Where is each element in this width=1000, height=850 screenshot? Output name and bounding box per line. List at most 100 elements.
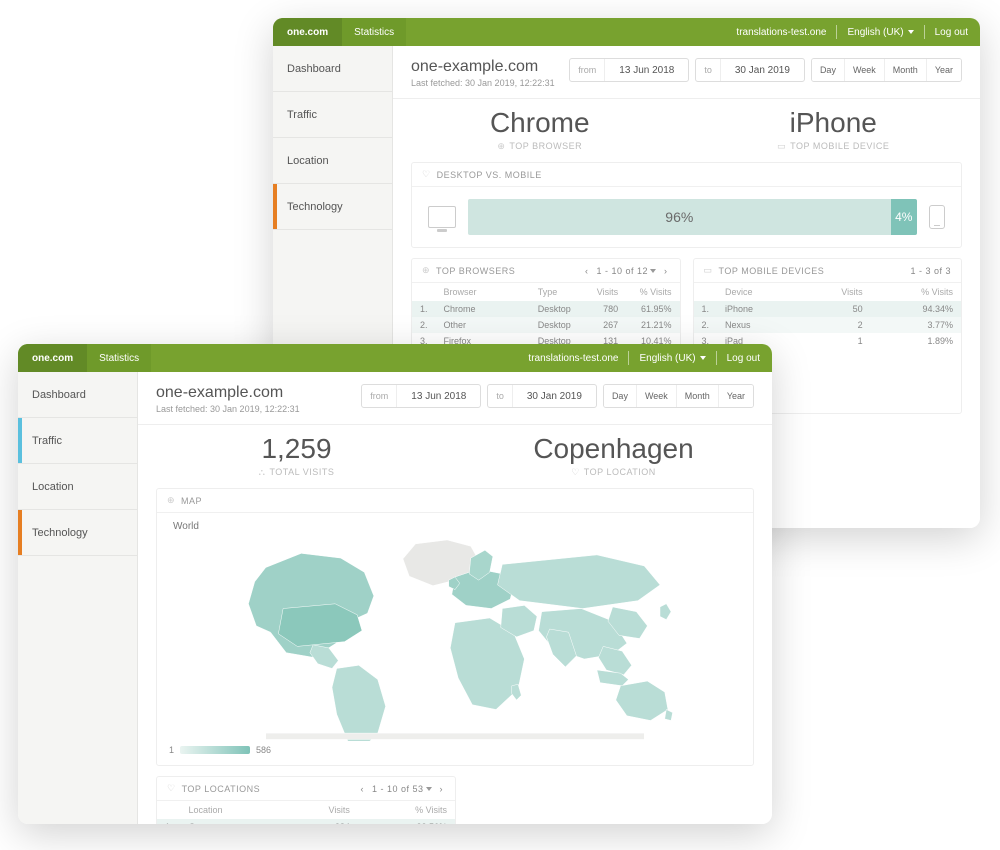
cell: Desktop bbox=[530, 317, 585, 333]
heart-icon: ♡ bbox=[422, 169, 431, 180]
pager-next[interactable]: › bbox=[438, 784, 446, 794]
stat-top-mobile-device: iPhone ▭TOP MOBILE DEVICE bbox=[687, 107, 981, 152]
pager-next[interactable]: › bbox=[662, 266, 670, 276]
cell: 22.56% bbox=[358, 819, 455, 824]
period-year[interactable]: Year bbox=[926, 59, 961, 81]
cell: iPhone bbox=[717, 301, 800, 317]
cell: 2. bbox=[694, 317, 718, 333]
devices-table: Device Visits % Visits 1.iPhone5094.34%2… bbox=[694, 283, 962, 349]
col-visits: Visits bbox=[800, 283, 871, 301]
col-type: Type bbox=[530, 283, 585, 301]
stat-value: iPhone bbox=[687, 107, 981, 139]
cell: 50 bbox=[800, 301, 871, 317]
stat-value: Copenhagen bbox=[455, 433, 772, 465]
period-week[interactable]: Week bbox=[844, 59, 884, 81]
from-label: from bbox=[362, 385, 397, 407]
brand-logo[interactable]: one.com bbox=[18, 344, 87, 372]
world-map[interactable] bbox=[169, 536, 741, 741]
sidebar-item-technology[interactable]: Technology bbox=[273, 184, 392, 230]
divider bbox=[628, 351, 629, 365]
table-row[interactable]: 1.Oregon28422.56% bbox=[157, 819, 455, 824]
period-month[interactable]: Month bbox=[884, 59, 926, 81]
period-year[interactable]: Year bbox=[718, 385, 753, 407]
table-row[interactable]: 2.Nexus23.77% bbox=[694, 317, 962, 333]
sidebar-item-location[interactable]: Location bbox=[18, 464, 137, 510]
table-row[interactable]: 1.ChromeDesktop78061.95% bbox=[412, 301, 680, 317]
section-tab[interactable]: Statistics bbox=[342, 18, 406, 46]
cell: 267 bbox=[584, 317, 626, 333]
dvm-bar: 96% 4% bbox=[468, 199, 917, 235]
from-value: 13 Jun 2018 bbox=[605, 59, 688, 81]
cell: 94.34% bbox=[871, 301, 961, 317]
sidebar-item-location[interactable]: Location bbox=[273, 138, 392, 184]
table-row[interactable]: 2.OtherDesktop26721.21% bbox=[412, 317, 680, 333]
from-value: 13 Jun 2018 bbox=[397, 385, 480, 407]
map-legend: 1 586 bbox=[169, 745, 741, 755]
chevron-down-icon bbox=[650, 269, 656, 273]
col-visits: Visits bbox=[282, 801, 358, 819]
table-row[interactable]: 1.iPhone5094.34% bbox=[694, 301, 962, 317]
sidebar-item-traffic[interactable]: Traffic bbox=[273, 92, 392, 138]
cell: 284 bbox=[282, 819, 358, 824]
sidebar-item-dashboard[interactable]: Dashboard bbox=[18, 372, 137, 418]
pager-prev[interactable]: ‹ bbox=[583, 266, 591, 276]
stat-total-visits: 1,259 ⛬TOTAL VISITS bbox=[138, 433, 455, 478]
logout-link[interactable]: Log out bbox=[727, 353, 760, 364]
cell: Nexus bbox=[717, 317, 800, 333]
summary-stats: Chrome ⊕TOP BROWSER iPhone ▭TOP MOBILE D… bbox=[393, 99, 980, 162]
cell: Other bbox=[436, 317, 530, 333]
section-tab[interactable]: Statistics bbox=[87, 344, 151, 372]
stat-caption: TOP BROWSER bbox=[509, 141, 582, 151]
stat-top-location: Copenhagen ♡TOP LOCATION bbox=[455, 433, 772, 478]
panel-top-locations: ♡TOP LOCATIONS ‹ 1 - 10 of 53 › Location… bbox=[156, 776, 456, 824]
sidebar-item-dashboard[interactable]: Dashboard bbox=[273, 46, 392, 92]
date-to[interactable]: to 30 Jan 2019 bbox=[487, 384, 597, 408]
account-label[interactable]: translations-test.one bbox=[528, 353, 618, 364]
period-month[interactable]: Month bbox=[676, 385, 718, 407]
pager-prev[interactable]: ‹ bbox=[358, 784, 366, 794]
pager-text[interactable]: 1 - 10 of 53 bbox=[372, 784, 432, 794]
cell: 1.89% bbox=[871, 333, 961, 349]
divider bbox=[716, 351, 717, 365]
language-selector[interactable]: English (UK) bbox=[847, 27, 913, 38]
logout-link[interactable]: Log out bbox=[935, 27, 968, 38]
panel-desktop-vs-mobile: ♡DESKTOP VS. MOBILE 96% 4% bbox=[411, 162, 962, 248]
to-value: 30 Jan 2019 bbox=[721, 59, 804, 81]
date-to[interactable]: to 30 Jan 2019 bbox=[695, 58, 805, 82]
period-day[interactable]: Day bbox=[812, 59, 844, 81]
pager-text[interactable]: 1 - 10 of 12 bbox=[596, 266, 656, 276]
date-from[interactable]: from 13 Jun 2018 bbox=[361, 384, 481, 408]
chevron-down-icon bbox=[908, 30, 914, 34]
cell: Chrome bbox=[436, 301, 530, 317]
col-browser: Browser bbox=[436, 283, 530, 301]
date-from[interactable]: from 13 Jun 2018 bbox=[569, 58, 689, 82]
legend-gradient bbox=[180, 746, 250, 754]
sidebar-item-technology[interactable]: Technology bbox=[18, 510, 137, 556]
col-pct: % Visits bbox=[871, 283, 961, 301]
bar-desktop: 96% bbox=[468, 199, 891, 235]
map-scope[interactable]: World bbox=[173, 521, 741, 532]
mobile-icon bbox=[929, 205, 945, 229]
panel-title: TOP MOBILE DEVICES bbox=[719, 266, 825, 276]
cell: 1. bbox=[412, 301, 436, 317]
brand-logo[interactable]: one.com bbox=[273, 18, 342, 46]
stat-value: Chrome bbox=[393, 107, 687, 139]
cell: Desktop bbox=[530, 301, 585, 317]
mobile-icon: ▭ bbox=[777, 141, 786, 151]
globe-icon: ⊕ bbox=[167, 495, 175, 506]
period-selector: Day Week Month Year bbox=[603, 384, 754, 408]
period-week[interactable]: Week bbox=[636, 385, 676, 407]
cell: 3.77% bbox=[871, 317, 961, 333]
stat-top-browser: Chrome ⊕TOP BROWSER bbox=[393, 107, 687, 152]
cell: 1 bbox=[800, 333, 871, 349]
topbar: one.com Statistics translations-test.one… bbox=[18, 344, 772, 372]
language-selector[interactable]: English (UK) bbox=[639, 353, 705, 364]
panel-map: ⊕MAP World bbox=[156, 488, 754, 766]
cell: 21.21% bbox=[626, 317, 679, 333]
to-label: to bbox=[696, 59, 721, 81]
cell: 2 bbox=[800, 317, 871, 333]
account-label[interactable]: translations-test.one bbox=[736, 27, 826, 38]
sidebar-item-traffic[interactable]: Traffic bbox=[18, 418, 137, 464]
period-day[interactable]: Day bbox=[604, 385, 636, 407]
col-location: Location bbox=[181, 801, 283, 819]
